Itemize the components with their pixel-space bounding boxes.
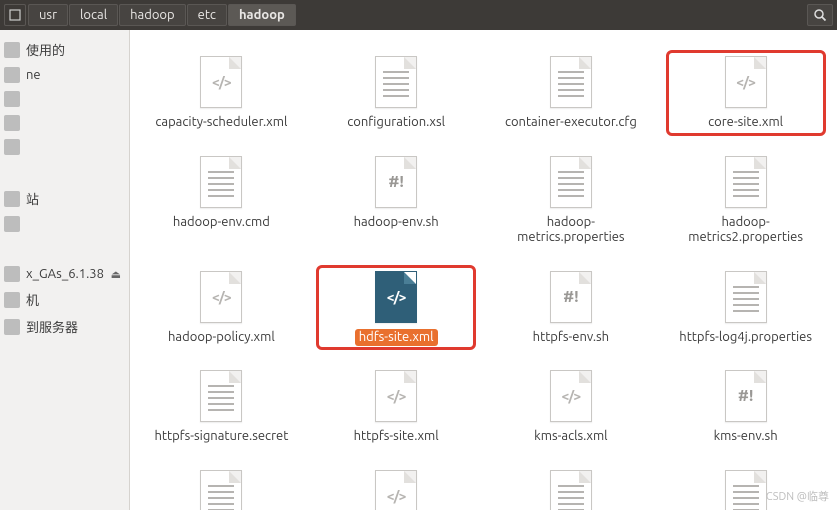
xml-file-icon: </> <box>200 56 242 108</box>
place-icon <box>4 42 20 58</box>
text-file-icon <box>550 156 592 208</box>
text-file-icon <box>200 470 242 510</box>
file-item[interactable]: </> core-site.xml <box>666 50 826 136</box>
file-label: hadoop-metrics2.properties <box>674 214 818 247</box>
file-item[interactable]: hadoop-env.cmd <box>141 150 301 251</box>
file-label: hadoop-env.cmd <box>169 214 274 232</box>
text-file-icon <box>725 470 767 510</box>
file-item[interactable]: #! httpfs-env.sh <box>491 265 651 351</box>
file-item[interactable]: container-executor.cfg <box>491 50 651 136</box>
file-item[interactable]: log4j.properties <box>491 464 651 510</box>
path-edit-button[interactable] <box>4 4 26 26</box>
file-item[interactable]: </> hdfs-site.xml <box>316 265 476 351</box>
file-item[interactable]: #! hadoop-env.sh <box>316 150 476 251</box>
file-item[interactable]: </> kms-acls.xml <box>491 364 651 450</box>
breadcrumb-segment[interactable]: hadoop <box>228 4 296 26</box>
file-label: hadoop-metrics.properties <box>499 214 643 247</box>
file-label: hadoop-env.sh <box>350 214 443 232</box>
file-item[interactable]: </>kms-site.xml <box>316 464 476 510</box>
file-item[interactable]: </> hadoop-policy.xml <box>141 265 301 351</box>
text-file-icon <box>200 370 242 422</box>
sidebar-item[interactable]: 机 <box>0 286 129 313</box>
file-label: hdfs-site.xml <box>355 329 438 347</box>
xml-file-icon: </> <box>200 271 242 323</box>
file-item[interactable]: httpfs-log4j.properties <box>666 265 826 351</box>
file-item[interactable]: hadoop-metrics2.properties <box>666 150 826 251</box>
sidebar-item[interactable] <box>0 111 129 135</box>
sidebar-item-label: x_GAs_6.1.38 <box>26 267 104 281</box>
sidebar-item[interactable]: ne <box>0 63 129 87</box>
location-toolbar: usrlocalhadoopetchadoop <box>0 0 837 30</box>
file-label: httpfs-signature.secret <box>150 428 292 446</box>
sidebar-item[interactable] <box>0 135 129 159</box>
file-item[interactable]: hadoop-metrics.properties <box>491 150 651 251</box>
place-icon <box>4 266 20 282</box>
breadcrumb-segment[interactable]: hadoop <box>119 4 186 26</box>
file-label: hadoop-policy.xml <box>164 329 279 347</box>
sidebar-item[interactable] <box>0 87 129 111</box>
sidebar-item-label: 到服务器 <box>26 317 78 336</box>
place-icon <box>4 292 20 308</box>
xml-file-icon: </> <box>375 470 417 510</box>
search-icon <box>813 8 827 22</box>
xml-file-icon: </> <box>375 271 417 323</box>
script-file-icon: #! <box>375 156 417 208</box>
place-icon <box>4 115 20 131</box>
place-icon <box>4 191 20 207</box>
sidebar-item[interactable]: 到服务器 <box>0 313 129 340</box>
breadcrumb: usrlocalhadoopetchadoop <box>28 4 805 26</box>
file-label: core-site.xml <box>704 114 787 132</box>
sidebar-item-label: 使用的 <box>26 40 65 59</box>
place-icon <box>4 139 20 155</box>
file-item[interactable]: kms-log4j.properties <box>141 464 301 510</box>
watermark: CSDN @临尊 <box>766 488 829 504</box>
file-label: kms-acls.xml <box>530 428 611 446</box>
breadcrumb-segment[interactable]: usr <box>28 4 68 26</box>
text-file-icon <box>375 56 417 108</box>
file-label: container-executor.cfg <box>501 114 641 132</box>
sidebar-item-label: 站 <box>26 189 39 208</box>
place-icon <box>4 216 20 232</box>
sidebar-item[interactable]: 使用的 <box>0 36 129 63</box>
eject-icon[interactable]: ⏏ <box>111 268 121 281</box>
text-file-icon <box>550 56 592 108</box>
file-pane[interactable]: </> capacity-scheduler.xml configuration.x… <box>130 30 837 510</box>
script-file-icon: #! <box>725 370 767 422</box>
file-label: httpfs-site.xml <box>350 428 443 446</box>
place-icon <box>4 319 20 335</box>
xml-file-icon: </> <box>725 56 767 108</box>
xml-file-icon: </> <box>550 370 592 422</box>
file-item[interactable]: configuration.xsl <box>316 50 476 136</box>
text-file-icon <box>200 156 242 208</box>
text-file-icon <box>550 470 592 510</box>
sidebar: 使用的 ne 站 x_GAs_6.1.38 ⏏ 机到服务器 <box>0 30 130 510</box>
place-icon <box>4 67 20 83</box>
search-button[interactable] <box>807 4 833 26</box>
file-item[interactable]: #! kms-env.sh <box>666 364 826 450</box>
sidebar-item[interactable]: x_GAs_6.1.38 ⏏ <box>0 262 129 286</box>
place-icon <box>4 91 20 107</box>
sidebar-item-label: ne <box>26 68 41 82</box>
file-label: capacity-scheduler.xml <box>151 114 291 132</box>
text-file-icon <box>725 271 767 323</box>
sidebar-item-label: 机 <box>26 290 39 309</box>
script-file-icon: #! <box>550 271 592 323</box>
file-item[interactable]: </> httpfs-site.xml <box>316 364 476 450</box>
xml-file-icon: </> <box>375 370 417 422</box>
sidebar-item[interactable]: 站 <box>0 185 129 212</box>
text-file-icon <box>725 156 767 208</box>
file-label: kms-env.sh <box>710 428 782 446</box>
file-item[interactable]: </> capacity-scheduler.xml <box>141 50 301 136</box>
file-label: httpfs-log4j.properties <box>675 329 816 347</box>
breadcrumb-segment[interactable]: etc <box>187 4 227 26</box>
file-label: httpfs-env.sh <box>529 329 613 347</box>
breadcrumb-segment[interactable]: local <box>69 4 118 26</box>
file-label: configuration.xsl <box>343 114 449 132</box>
file-item[interactable]: httpfs-signature.secret <box>141 364 301 450</box>
sidebar-item[interactable] <box>0 212 129 236</box>
